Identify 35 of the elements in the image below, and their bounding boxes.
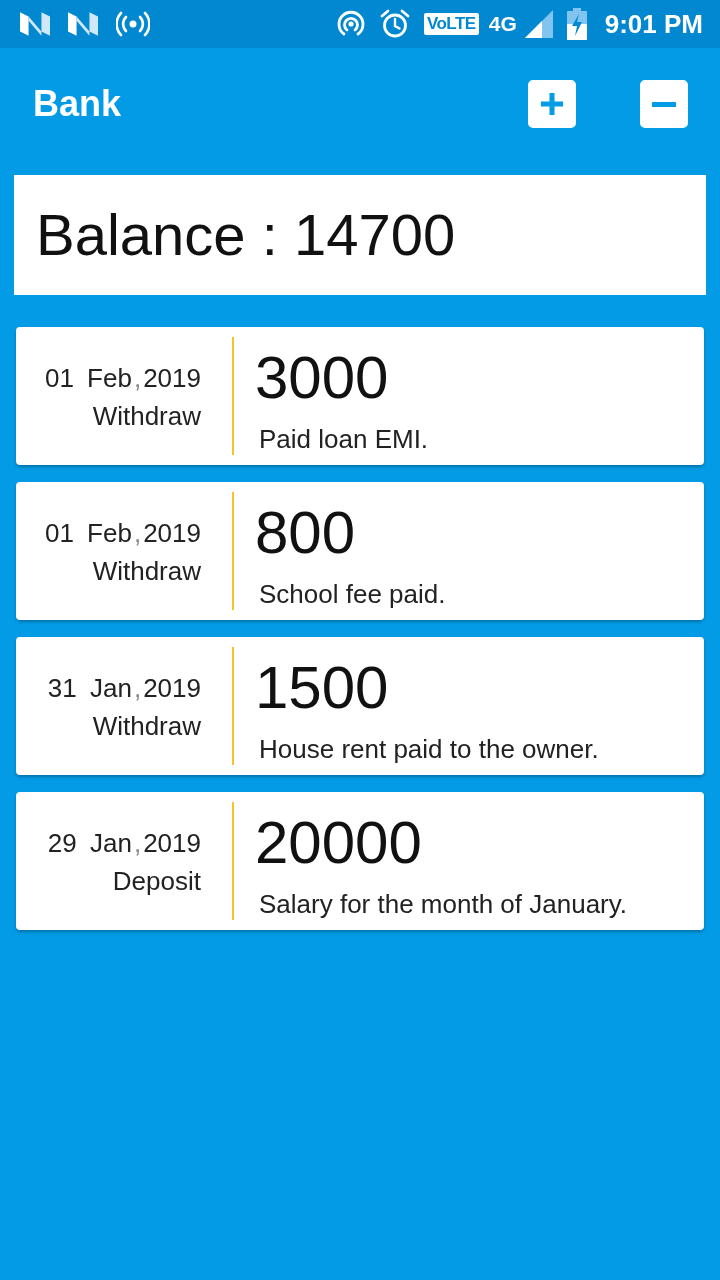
- transaction-type-text: Deposit: [112, 865, 201, 898]
- balance-text: Balance : 14700: [36, 206, 456, 264]
- clock-text: 9:01 PM: [604, 8, 703, 40]
- note-text: Paid loan EMI.: [259, 424, 429, 454]
- amount-text: 1500: [255, 658, 389, 718]
- date-text: 01 Feb,2019: [44, 362, 201, 395]
- amount-text: 800: [255, 503, 356, 563]
- transaction-card[interactable]: 01 Feb,2019 Withdraw 800 School fee paid.: [16, 482, 704, 620]
- transaction-type-text: Withdraw: [92, 400, 201, 433]
- plus-icon: [541, 93, 563, 115]
- note-text: Salary for the month of January.: [259, 889, 628, 919]
- alarm-clock-icon: [379, 9, 410, 39]
- date-text: 29 Jan,2019: [47, 827, 201, 860]
- network-type-text: 4G: [488, 12, 517, 36]
- amount-text: 20000: [255, 813, 422, 873]
- signal-icon: [524, 10, 553, 38]
- volte-indicator: VoLTE: [423, 13, 479, 35]
- minus-icon: [652, 101, 676, 107]
- n-letter-icon: [68, 12, 98, 36]
- transaction-card[interactable]: 31 Jan,2019 Withdraw 1500 House rent paid to the owner.: [16, 637, 704, 775]
- transaction-type-text: Withdraw: [92, 710, 201, 743]
- n-letter-icon: [20, 12, 50, 36]
- note-text: School fee paid.: [259, 579, 446, 609]
- transaction-card[interactable]: 01 Feb,2019 Withdraw 3000 Paid loan EMI.: [16, 327, 704, 465]
- remove-button[interactable]: [640, 80, 688, 128]
- add-button[interactable]: [528, 80, 576, 128]
- date-text: 31 Jan,2019: [47, 672, 201, 705]
- battery-charging-icon: [566, 8, 587, 40]
- transaction-card[interactable]: 29 Jan,2019 Deposit 20000 Salary for the month of January.: [16, 792, 704, 930]
- date-text: 01 Feb,2019: [44, 517, 201, 550]
- transaction-type-text: Withdraw: [92, 555, 201, 588]
- broadcast-icon: [116, 11, 150, 37]
- amount-text: 3000: [255, 348, 389, 408]
- note-text: House rent paid to the owner.: [259, 734, 599, 764]
- app-title: Bank: [33, 83, 122, 125]
